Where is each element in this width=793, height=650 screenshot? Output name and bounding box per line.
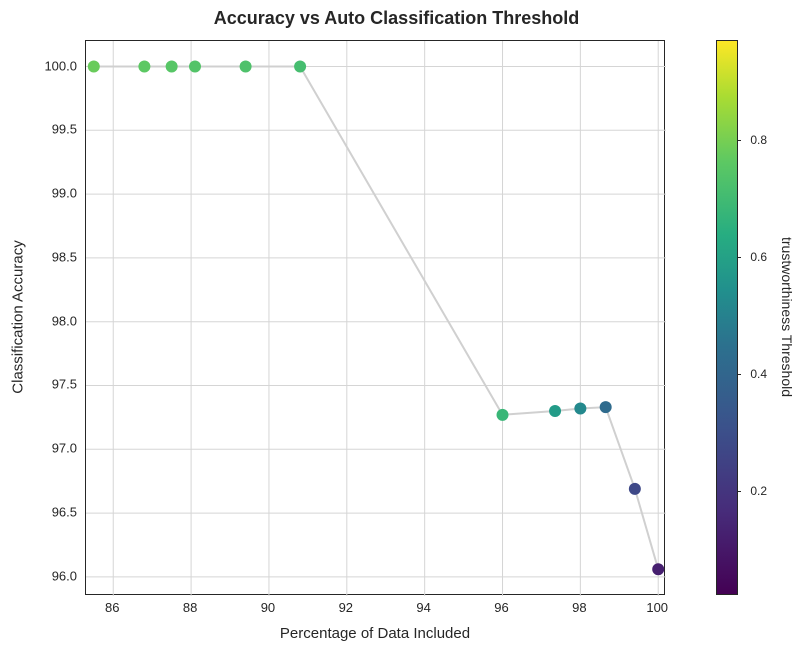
x-tick-label: 88 — [183, 600, 197, 615]
y-tick-label: 96.5 — [52, 505, 77, 520]
y-tick-label: 100.0 — [44, 58, 77, 73]
data-point — [294, 61, 306, 73]
data-point — [88, 61, 100, 73]
data-point — [629, 483, 641, 495]
data-point — [189, 61, 201, 73]
x-axis-label: Percentage of Data Included — [280, 625, 470, 642]
data-point — [138, 61, 150, 73]
x-tick-label: 96 — [494, 600, 508, 615]
x-tick-label: 94 — [416, 600, 430, 615]
chart-container: Accuracy vs Auto Classification Threshol… — [0, 0, 793, 650]
plot-area — [85, 40, 665, 595]
data-point — [574, 402, 586, 414]
data-point — [600, 401, 612, 413]
chart-title: Accuracy vs Auto Classification Threshol… — [214, 8, 579, 29]
data-point — [166, 61, 178, 73]
y-tick-label: 96.0 — [52, 568, 77, 583]
y-tick-label: 97.5 — [52, 377, 77, 392]
x-tick-label: 86 — [105, 600, 119, 615]
y-tick-label: 99.5 — [52, 122, 77, 137]
plot-svg — [86, 41, 664, 594]
colorbar-tick-label: 0.8 — [750, 133, 767, 147]
colorbar-tick-label: 0.2 — [750, 484, 767, 498]
data-point — [497, 409, 509, 421]
colorbar-tick-label: 0.6 — [750, 250, 767, 264]
data-point — [652, 563, 664, 575]
y-tick-label: 98.5 — [52, 249, 77, 264]
y-tick-label: 99.0 — [52, 186, 77, 201]
colorbar-label: trustworthiness Threshold — [779, 237, 793, 397]
x-tick-label: 98 — [572, 600, 586, 615]
colorbar-tick-label: 0.4 — [750, 367, 767, 381]
data-point — [549, 405, 561, 417]
x-tick-label: 100 — [646, 600, 668, 615]
y-tick-label: 97.0 — [52, 441, 77, 456]
series-line — [94, 67, 658, 570]
colorbar: 0.20.40.60.8 — [716, 40, 738, 595]
x-tick-label: 92 — [339, 600, 353, 615]
data-point — [240, 61, 252, 73]
y-tick-label: 98.0 — [52, 313, 77, 328]
x-tick-label: 90 — [261, 600, 275, 615]
y-axis-label: Classification Accuracy — [10, 240, 27, 393]
